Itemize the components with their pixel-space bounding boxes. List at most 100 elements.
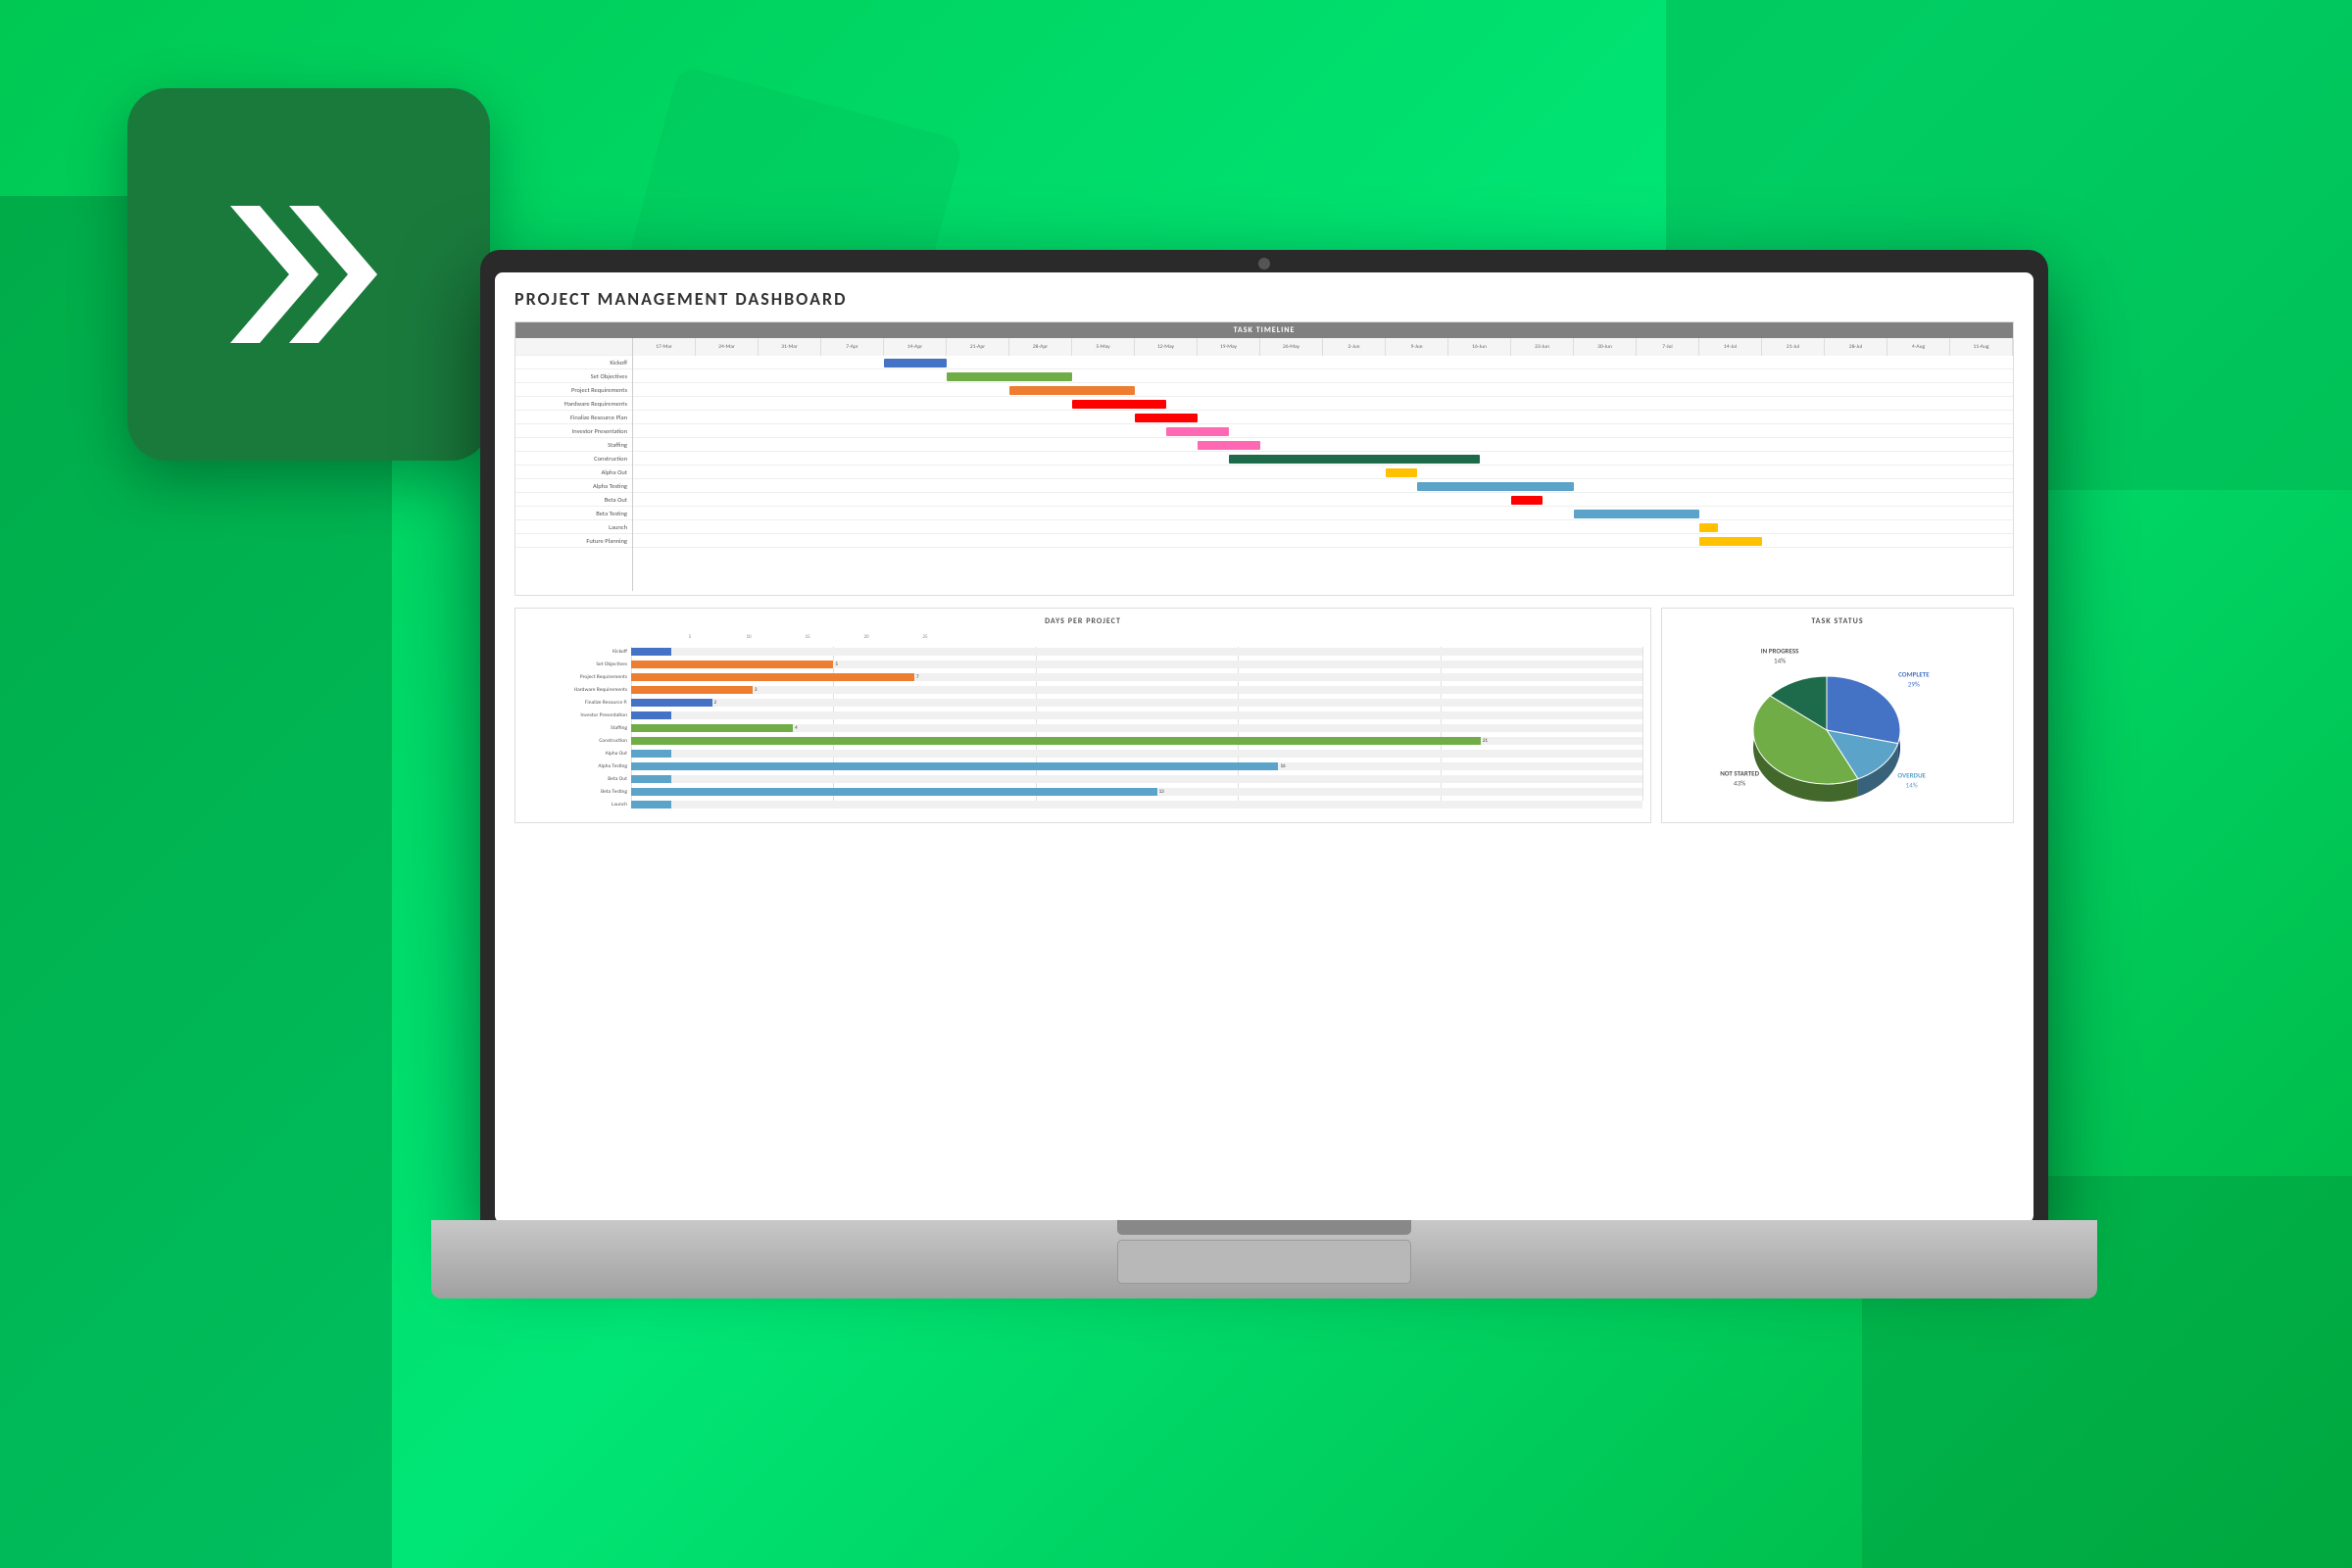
pie-label: OVERDUE <box>1897 771 1926 780</box>
gantt-bar <box>1386 468 1417 477</box>
pie-label: IN PROGRESS <box>1761 646 1799 655</box>
pie-chart-title: TASK STATUS <box>1670 616 2005 626</box>
gantt-date-cell: 14-Apr <box>884 338 947 356</box>
gantt-label-beta-testing: Beta Testing <box>515 507 632 520</box>
bar-grid-label: 10 <box>746 634 751 640</box>
bar-fill <box>631 775 671 783</box>
gantt-label-project-req: Project Requirements <box>515 383 632 397</box>
bar-row-label: Investor Presentation <box>523 712 631 718</box>
gantt-label-finalize: Finalize Resource Plan <box>515 411 632 424</box>
gantt-bar <box>1229 455 1480 464</box>
laptop-hinge <box>1117 1220 1411 1235</box>
gantt-date-cell: 30-Jun <box>1574 338 1637 356</box>
bar-fill <box>631 724 793 732</box>
gantt-task-row <box>633 507 2013 520</box>
gantt-date-cell: 21-Jul <box>1762 338 1825 356</box>
pie-percentage: 14% <box>1906 781 1918 790</box>
gantt-date-cell: 28-Jul <box>1825 338 1887 356</box>
laptop-container: PROJECT MANAGEMENT DASHBOARD TASK TIMELI… <box>274 157 2254 1421</box>
gantt-task-row <box>633 369 2013 383</box>
bar-value-label: 2 <box>714 700 717 706</box>
gantt-bar <box>1699 537 1762 546</box>
gantt-task-row <box>633 466 2013 479</box>
bar-value-label: 5 <box>835 662 838 667</box>
laptop-trackpad <box>1117 1240 1411 1284</box>
gantt-date-cell: 7-Jul <box>1637 338 1699 356</box>
gantt-date-cell: 21-Apr <box>947 338 1009 356</box>
bar-chart-box: DAYS PER PROJECT 510152025KickoffSet Obj… <box>514 608 1651 823</box>
bar-chart-content: 510152025KickoffSet Objectives5Project R… <box>523 632 1642 801</box>
bar-row-label: Beta Out <box>523 776 631 782</box>
gantt-date-cell: 11-Aug <box>1950 338 2013 356</box>
pie-percentage: 14% <box>1774 656 1786 664</box>
laptop: PROJECT MANAGEMENT DASHBOARD TASK TIMELI… <box>431 250 2097 1328</box>
laptop-base <box>431 1220 2097 1298</box>
webcam <box>1258 258 1270 270</box>
gantt-labels: Kickoff Set Objectives Project Requireme… <box>515 338 633 591</box>
gantt-bar <box>1417 482 1574 491</box>
gantt-task-row <box>633 452 2013 466</box>
bar-value-label: 16 <box>1280 763 1285 769</box>
bar-row: Set Objectives5 <box>523 659 1642 669</box>
charts-section: DAYS PER PROJECT 510152025KickoffSet Obj… <box>514 608 2014 823</box>
bar-value-label: 3 <box>755 687 758 693</box>
gantt-task-row <box>633 520 2013 534</box>
bar-fill <box>631 750 671 758</box>
gantt-date-row: 17-Mar24-Mar31-Mar7-Apr14-Apr21-Apr28-Ap… <box>633 338 2013 356</box>
bar-track: 5 <box>631 661 1642 668</box>
bar-track: 21 <box>631 737 1642 745</box>
gantt-task-row <box>633 438 2013 452</box>
pie-label: NOT STARTED <box>1720 769 1759 778</box>
gantt-bar <box>1198 441 1260 450</box>
bar-row-label: Hardware Requirements <box>523 687 631 693</box>
bar-grid-label: 15 <box>805 634 809 640</box>
gantt-date-cell: 17-Mar <box>633 338 696 356</box>
gantt-content: Kickoff Set Objectives Project Requireme… <box>515 338 2013 591</box>
gantt-task-row <box>633 534 2013 548</box>
bar-row-label: Kickoff <box>523 649 631 655</box>
bar-row: Staffing4 <box>523 722 1642 733</box>
bar-value-label: 21 <box>1483 738 1488 744</box>
bar-fill <box>631 661 833 668</box>
bar-fill <box>631 686 753 694</box>
gantt-date-cell: 31-Mar <box>759 338 821 356</box>
gantt-rows-area <box>633 356 2013 548</box>
gantt-label-kickoff: Kickoff <box>515 356 632 369</box>
pie-chart-svg: COMPLETE29%OVERDUE14%NOT STARTED43%IN PR… <box>1670 632 2003 818</box>
gantt-task-row <box>633 356 2013 369</box>
gantt-label-future: Future Planning <box>515 534 632 548</box>
gantt-label-investor: Investor Presentation <box>515 424 632 438</box>
gantt-bar <box>1072 400 1166 409</box>
gantt-bar <box>1574 510 1699 518</box>
laptop-screen: PROJECT MANAGEMENT DASHBOARD TASK TIMELI… <box>495 272 2034 1223</box>
bar-fill <box>631 762 1278 770</box>
bar-row: Beta Out <box>523 773 1642 784</box>
gantt-label-beta-out: Beta Out <box>515 493 632 507</box>
gantt-date-cell: 16-Jun <box>1448 338 1511 356</box>
bar-row: Beta Testing13 <box>523 786 1642 797</box>
gantt-date-cell: 14-Jul <box>1699 338 1762 356</box>
bar-row: Alpha Testing 16 <box>523 760 1642 771</box>
gantt-date-cell: 7-Apr <box>821 338 884 356</box>
gantt-label-alpha-out: Alpha Out <box>515 466 632 479</box>
gantt-bar <box>884 359 947 368</box>
bar-row-label: Finalize Resource P. <box>523 700 631 706</box>
bar-fill <box>631 801 671 808</box>
gantt-bar <box>1009 386 1135 395</box>
bar-fill <box>631 737 1481 745</box>
dashboard: PROJECT MANAGEMENT DASHBOARD TASK TIMELI… <box>495 272 2034 1223</box>
gantt-label-launch: Launch <box>515 520 632 534</box>
bar-fill <box>631 673 914 681</box>
gantt-date-cell: 4-Aug <box>1887 338 1950 356</box>
bar-value-label: 7 <box>916 674 919 680</box>
gantt-task-row <box>633 397 2013 411</box>
bar-grid-label: 25 <box>922 634 927 640</box>
bar-row-label: Alpha Testing <box>523 763 631 769</box>
gantt-bar <box>1166 427 1229 436</box>
bar-fill <box>631 711 671 719</box>
gantt-task-row <box>633 411 2013 424</box>
gantt-bar <box>1511 496 1543 505</box>
gantt-label-alpha-testing: Alpha Testing <box>515 479 632 493</box>
bar-track <box>631 775 1642 783</box>
bar-fill <box>631 699 712 707</box>
